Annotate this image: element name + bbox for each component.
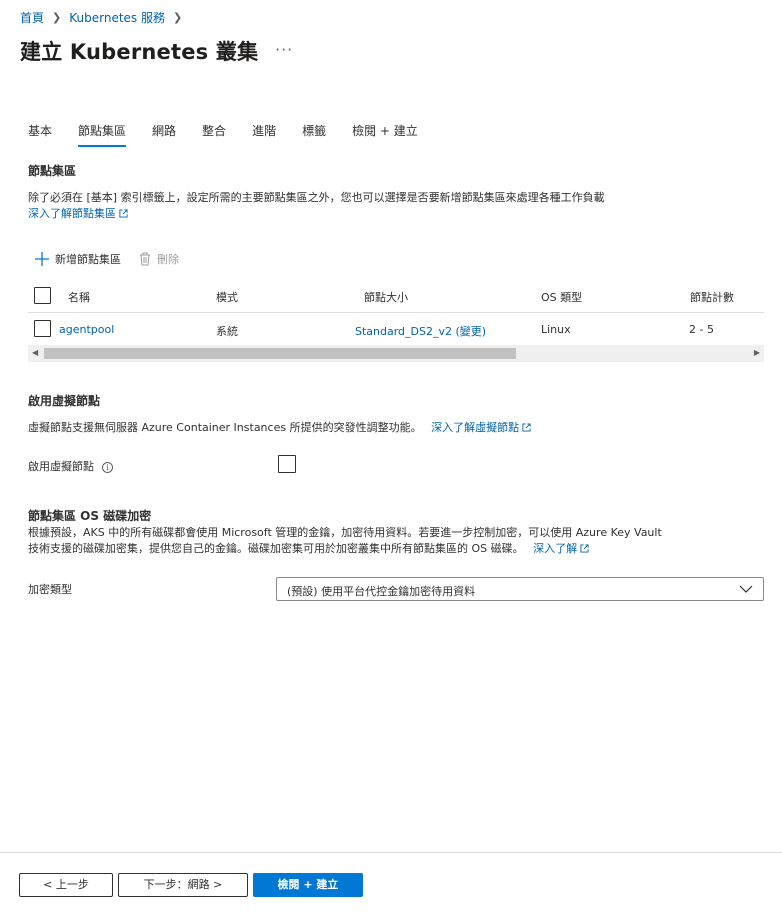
learn-more-node-pools-link[interactable]: 深入了解節點集區 [28,207,128,220]
page-title: 建立 Kubernetes 叢集 [20,40,259,64]
encryption-type-selected: (預設) 使用平台代控金鑰加密待用資料 [287,585,476,598]
column-header-size[interactable]: 節點大小 [364,289,408,305]
node-size-change-link[interactable]: Standard_DS2_v2 (變更) [355,323,486,339]
encryption-description-line2-wrap: 技術支援的磁碟加密集，提供您自己的金鑰。磁碟加密集可用於加密叢集中所有節點集區的… [28,541,589,557]
tab-bar: 基本 節點集區 網路 整合 進階 標籤 檢閱 + 建立 [28,122,444,147]
node-pools-description: 除了必須在 [基本] 索引標籤上，設定所需的主要節點集區之外，您也可以選擇是否要… [28,191,605,204]
encryption-description-line1: 根據預設，AKS 中的所有磁碟都會使用 Microsoft 管理的金鑰，加密待用… [28,526,662,539]
column-header-mode[interactable]: 模式 [216,289,238,305]
node-pool-count: 2 - 5 [689,323,714,336]
table-row: agentpool 系統 Standard_DS2_v2 (變更) Linux … [28,313,764,346]
external-link-icon [522,423,531,432]
virtual-nodes-description: 虛擬節點支援無伺服器 Azure Container Instances 所提供… [28,421,422,434]
previous-button[interactable]: < 上一步 [19,873,113,897]
learn-more-virtual-nodes-link[interactable]: 深入了解虛擬節點 [431,421,531,434]
scroll-left-icon[interactable]: ◀ [32,348,38,357]
select-all-checkbox[interactable] [34,287,51,304]
horizontal-scrollbar[interactable]: ◀ ▶ [28,345,764,362]
tab-advanced[interactable]: 進階 [252,122,276,147]
column-header-name[interactable]: 名稱 [68,289,90,305]
delete-node-pool-button[interactable]: 刪除 [139,251,179,267]
encryption-description-line2: 技術支援的磁碟加密集，提供您自己的金鑰。磁碟加密集可用於加密叢集中所有節點集區的… [28,542,524,555]
tab-review-create[interactable]: 檢閱 + 建立 [352,122,418,147]
chevron-down-icon [739,585,753,593]
encryption-type-dropdown[interactable]: (預設) 使用平台代控金鑰加密待用資料 [276,577,764,601]
more-options-button[interactable]: ··· [275,40,293,59]
enable-virtual-nodes-checkbox[interactable] [278,455,296,473]
info-icon[interactable]: i [102,462,113,473]
tab-basics[interactable]: 基本 [28,122,52,147]
tab-integrations[interactable]: 整合 [202,122,226,147]
node-pools-heading: 節點集區 [28,164,77,178]
tab-networking[interactable]: 網路 [152,122,176,147]
encryption-type-label: 加密類型 [28,583,72,596]
encryption-heading: 節點集區 OS 磁碟加密 [28,509,152,523]
scroll-right-icon[interactable]: ▶ [754,348,760,357]
footer-divider [0,852,782,853]
breadcrumb: 首頁 ❯ Kubernetes 服務 ❯ [20,9,182,26]
add-node-pool-button[interactable]: 新增節點集區 [35,251,121,267]
column-header-count[interactable]: 節點計數 [690,289,734,305]
review-create-button[interactable]: 檢閱 + 建立 [253,873,363,897]
virtual-nodes-description-line: 虛擬節點支援無伺服器 Azure Container Instances 所提供… [28,420,531,436]
external-link-icon [119,209,128,218]
plus-icon [35,252,49,266]
tab-tags[interactable]: 標籤 [302,122,326,147]
node-pool-name-link[interactable]: agentpool [59,323,114,336]
breadcrumb-home-link[interactable]: 首頁 [20,9,44,26]
next-networking-button[interactable]: 下一步：網路 > [118,873,248,897]
node-pools-table: 名稱 模式 節點大小 OS 類型 節點計數 agentpool 系統 Stand… [28,280,764,346]
chevron-right-icon: ❯ [52,11,62,24]
breadcrumb-service-link[interactable]: Kubernetes 服務 [69,9,165,26]
tab-node-pools[interactable]: 節點集區 [78,122,127,147]
node-pool-mode: 系統 [216,325,238,338]
scrollbar-thumb[interactable] [44,348,516,359]
learn-more-encryption-link[interactable]: 深入了解 [533,542,589,555]
node-pool-os: Linux [541,323,571,336]
node-pools-toolbar: 新增節點集區 刪除 [35,251,179,267]
table-header: 名稱 模式 節點大小 OS 類型 節點計數 [28,280,764,313]
chevron-right-icon: ❯ [172,11,183,24]
row-checkbox[interactable] [34,320,51,337]
external-link-icon [580,544,589,553]
virtual-nodes-field-label: 啟用虛擬節點 i [28,459,113,475]
virtual-nodes-heading: 啟用虛擬節點 [28,394,101,408]
column-header-os[interactable]: OS 類型 [541,289,582,305]
trash-icon [140,252,150,266]
